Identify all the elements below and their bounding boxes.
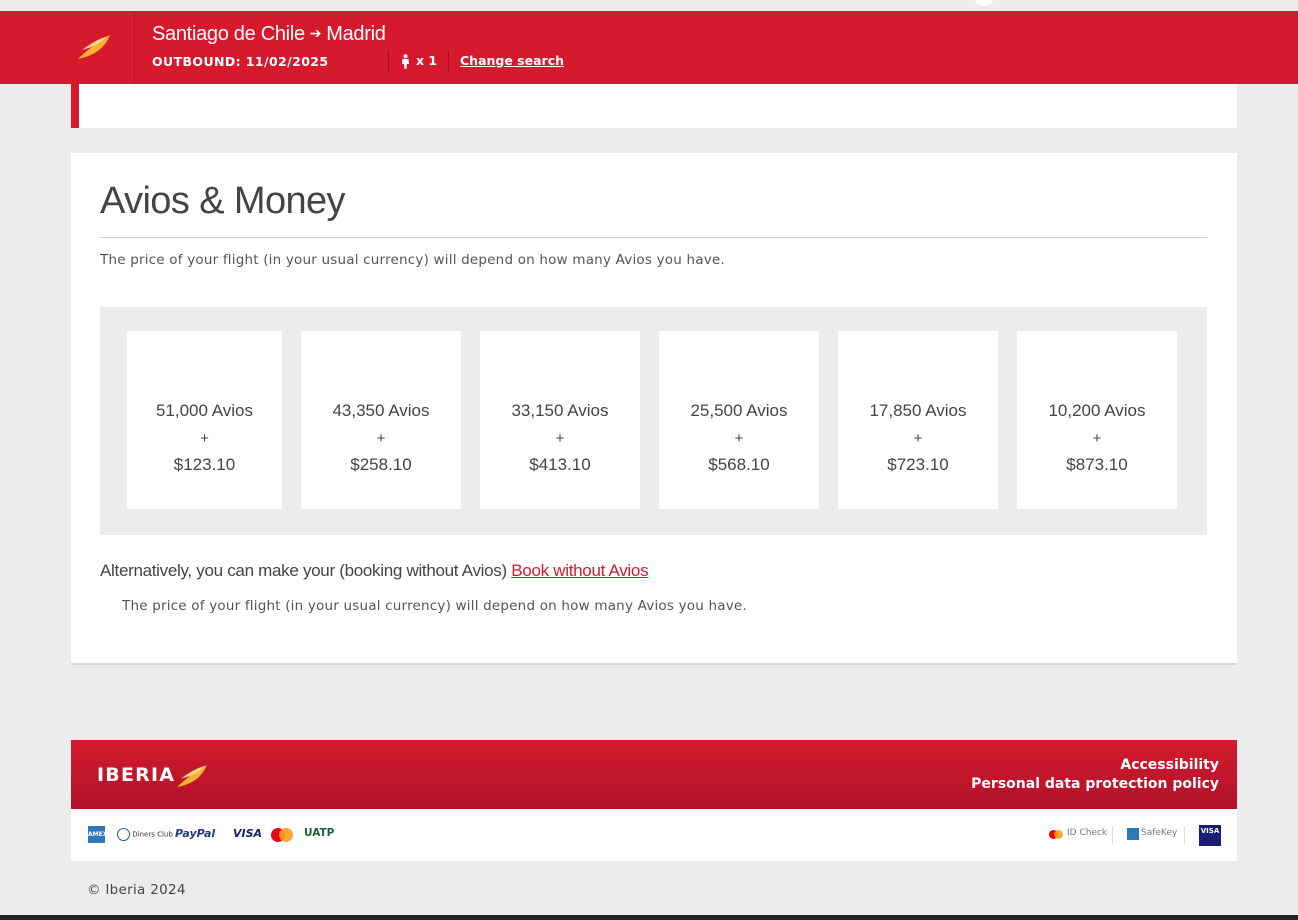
privacy-policy-link[interactable]: Personal data protection policy	[971, 775, 1219, 794]
verified-by-visa-icon: VISA	[1199, 825, 1221, 846]
alternative-text: Alternatively, you can make your (bookin…	[100, 561, 507, 580]
scroll-indicator	[975, 0, 993, 6]
route-title: Santiago de Chile ➔ Madrid	[152, 23, 386, 46]
security-divider	[1112, 826, 1113, 844]
alternative-booking: Alternatively, you can make your (bookin…	[100, 561, 649, 581]
diners-club-icon: Diners Club	[117, 828, 173, 841]
accessibility-link[interactable]: Accessibility	[971, 756, 1219, 775]
avios-options-panel: 51,000 Avios + $123.10 43,350 Avios + $2…	[100, 307, 1207, 535]
option-plus: +	[200, 430, 209, 447]
search-summary-header: Santiago de Chile ➔ Madrid OUTBOUND: 11/02…	[0, 11, 1298, 84]
iberia-wing-icon	[177, 764, 207, 788]
route-arrow-icon: ➔	[309, 25, 322, 41]
passenger-count-value: x 1	[416, 53, 438, 68]
option-avios: 25,500 Avios	[690, 401, 788, 420]
option-plus: +	[1092, 430, 1102, 447]
option-money: $413.10	[529, 455, 591, 474]
option-plus: +	[555, 430, 565, 447]
avios-option[interactable]: 33,150 Avios + $413.10	[480, 331, 640, 509]
option-plus: +	[376, 430, 386, 447]
book-without-avios-link[interactable]: Book without Avios	[511, 561, 648, 580]
footer-brand: IBERIA	[97, 764, 176, 786]
uatp-icon: UATP	[304, 827, 335, 839]
safekey-icon: SafeKey	[1141, 828, 1178, 838]
option-avios: 51,000 Avios	[155, 401, 254, 420]
flight-summary-card	[71, 84, 1237, 128]
browser-top-strip	[0, 0, 1298, 11]
footer-brand-band: IBERIA Accessibility Personal data prote…	[71, 740, 1237, 809]
passenger-icon	[402, 54, 409, 69]
id-check-icon: ID Check	[1067, 828, 1108, 838]
paypal-icon: PayPal	[175, 827, 216, 840]
avios-option[interactable]: 10,200 Avios + $873.10	[1017, 331, 1177, 509]
safekey-badge-icon	[1127, 828, 1139, 840]
avios-money-card: Avios & Money The price of your flight (…	[71, 153, 1237, 665]
avios-description: The price of your flight (in your usual …	[100, 252, 725, 268]
option-money: $723.10	[887, 455, 949, 474]
destination-city: Madrid	[326, 23, 386, 45]
option-avios: 17,850 Avios	[869, 401, 967, 420]
page-title: Avios & Money	[100, 180, 346, 222]
copyright: © Iberia 2024	[87, 882, 186, 898]
mastercard-small-icon	[1049, 830, 1063, 839]
option-money: $873.10	[1066, 455, 1128, 474]
option-plus: +	[734, 430, 744, 447]
payment-methods-band: AMEX Diners Club PayPal VISA UATP ID Che…	[71, 809, 1237, 861]
change-search-link[interactable]: Change search	[460, 53, 564, 68]
origin-city: Santiago de Chile	[152, 23, 305, 45]
avios-option[interactable]: 51,000 Avios + $123.10	[127, 331, 282, 509]
outbound-date: OUTBOUND: 11/02/2025	[152, 54, 329, 69]
amex-icon: AMEX	[88, 826, 107, 843]
mastercard-icon	[271, 828, 293, 842]
visa-icon: VISA	[233, 827, 263, 840]
alternative-description: The price of your flight (in your usual …	[122, 598, 747, 614]
option-money: $258.10	[350, 455, 412, 474]
diners-club-label: Diners Club	[132, 830, 173, 839]
security-divider	[1184, 826, 1185, 844]
avios-option[interactable]: 43,350 Avios + $258.10	[301, 331, 461, 509]
option-plus: +	[913, 430, 923, 447]
option-avios: 10,200 Avios	[1048, 401, 1146, 420]
footer-links: Accessibility Personal data protection p…	[971, 756, 1219, 794]
page-bottom-border	[0, 915, 1298, 920]
option-avios: 43,350 Avios	[332, 401, 430, 420]
option-money: $123.10	[173, 455, 236, 474]
title-divider	[100, 237, 1207, 238]
option-avios: 33,150 Avios	[511, 401, 609, 420]
avios-option[interactable]: 25,500 Avios + $568.10	[659, 331, 819, 509]
iberia-logo[interactable]	[0, 11, 135, 84]
iberia-wing-icon	[78, 35, 110, 59]
avios-option[interactable]: 17,850 Avios + $723.10	[838, 331, 998, 509]
passenger-count: x 1	[388, 51, 449, 73]
option-money: $568.10	[708, 455, 770, 474]
